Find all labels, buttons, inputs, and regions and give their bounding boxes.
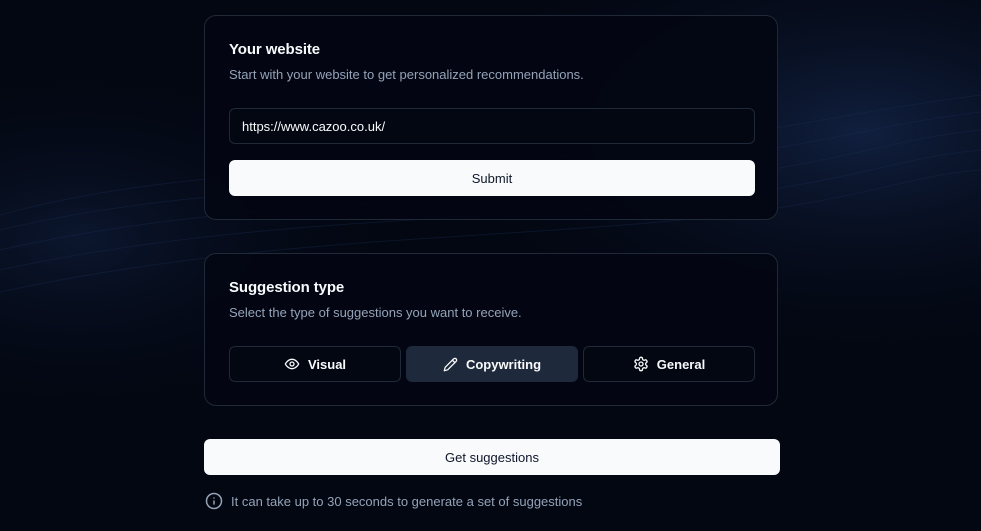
option-visual-label: Visual bbox=[307, 356, 347, 372]
info-note: It can take up to 30 seconds to generate… bbox=[205, 492, 582, 510]
website-card: Your website Start with your website to … bbox=[204, 15, 778, 220]
suggestion-type-title: Suggestion type bbox=[229, 279, 345, 296]
info-icon bbox=[205, 492, 223, 510]
website-card-description: Start with your website to get personali… bbox=[229, 67, 584, 82]
option-copywriting-label: Copywriting bbox=[465, 356, 542, 372]
suggestion-type-card: Suggestion type Select the type of sugge… bbox=[204, 253, 778, 406]
eye-icon bbox=[284, 358, 300, 370]
option-general-label: General bbox=[656, 356, 706, 372]
website-card-title: Your website bbox=[229, 41, 321, 58]
get-suggestions-button[interactable]: Get suggestions bbox=[204, 439, 780, 475]
info-note-text: It can take up to 30 seconds to generate… bbox=[231, 493, 583, 509]
submit-button[interactable]: Submit bbox=[229, 160, 755, 196]
gear-icon bbox=[634, 356, 648, 372]
pencil-icon bbox=[443, 357, 458, 371]
suggestion-type-options: Visual Copywriting General bbox=[229, 346, 755, 382]
option-general-button[interactable]: General bbox=[583, 346, 755, 382]
suggestion-type-description: Select the type of suggestions you want … bbox=[229, 305, 522, 320]
option-visual-button[interactable]: Visual bbox=[229, 346, 401, 382]
option-copywriting-button[interactable]: Copywriting bbox=[406, 346, 578, 382]
website-url-input[interactable] bbox=[229, 108, 755, 144]
